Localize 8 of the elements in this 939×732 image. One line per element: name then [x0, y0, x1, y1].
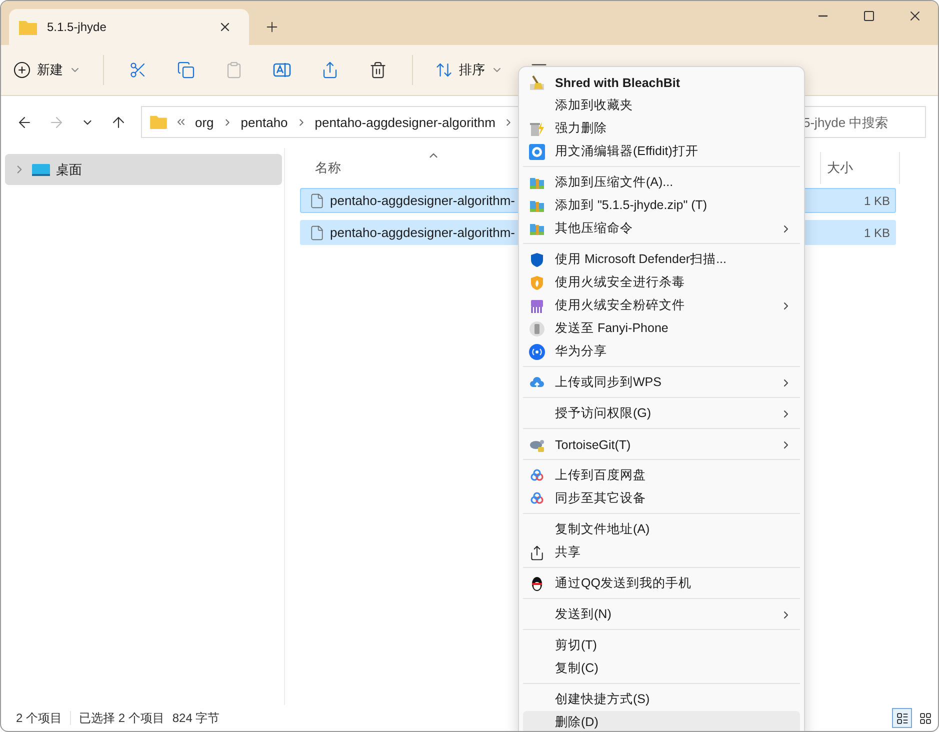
- file-name: pentaho-aggdesigner-algorithm-: [330, 193, 516, 208]
- item-count: 2 个项目: [16, 710, 62, 726]
- selection-size: 824 字节: [172, 710, 220, 726]
- selection-count: 已选择 2 个项目: [79, 710, 164, 726]
- tab-title: 5.1.5-jhyde: [47, 20, 108, 34]
- file-name: pentaho-aggdesigner-algorithm-: [330, 225, 516, 240]
- file-size: 1 KB: [864, 194, 890, 208]
- file-size: 1 KB: [864, 226, 890, 240]
